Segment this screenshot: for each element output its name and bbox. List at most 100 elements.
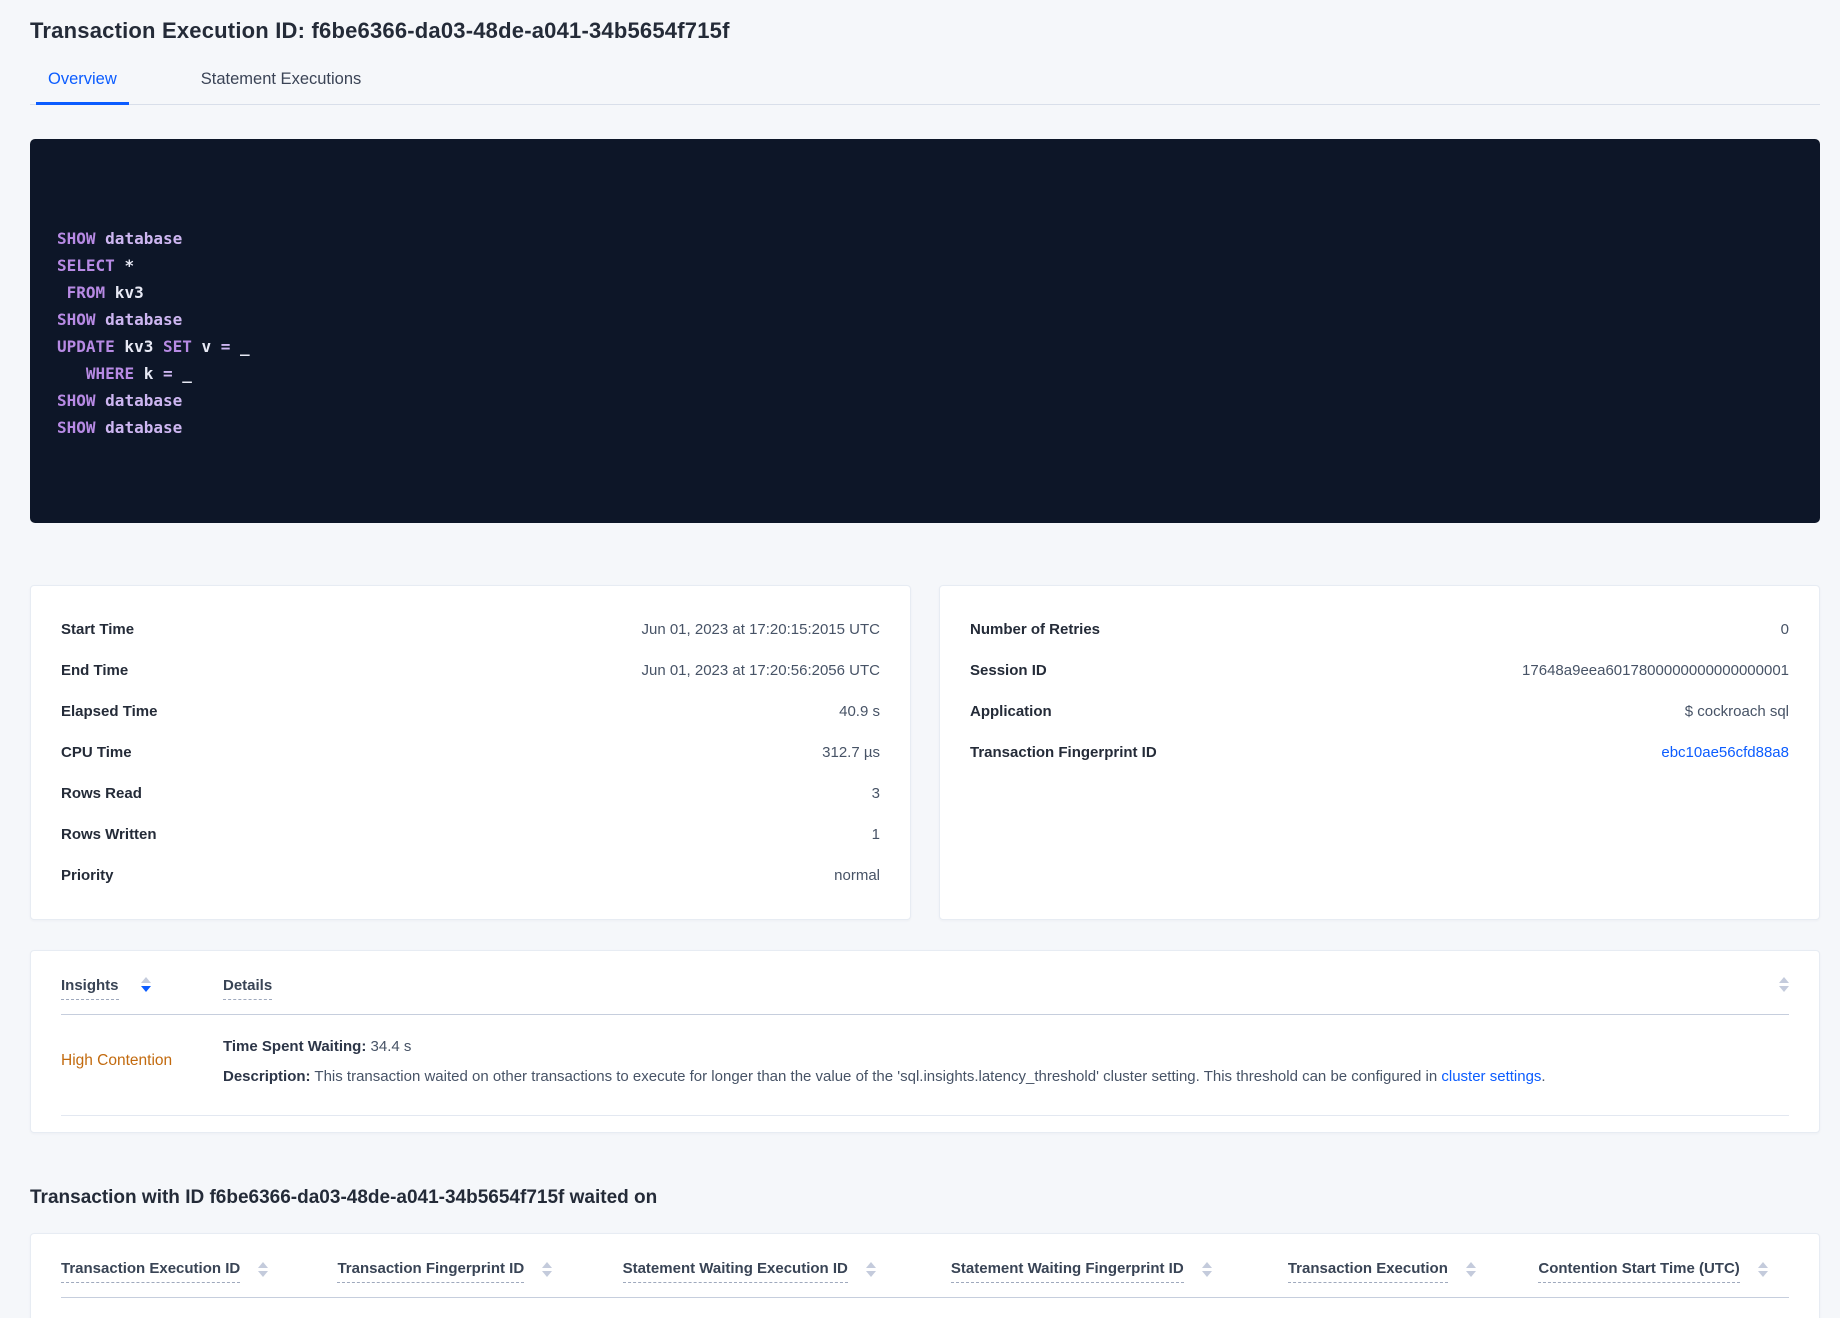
summary-card-left: Start Time Jun 01, 2023 at 17:20:15:2015 … xyxy=(30,585,911,920)
waiting-value: 34.4 s xyxy=(370,1038,412,1055)
summary-label: CPU Time xyxy=(61,744,132,761)
summary-label: Transaction Fingerprint ID xyxy=(970,744,1157,761)
sql-line: SHOW database xyxy=(57,418,183,437)
column-header[interactable]: Contention Start Time (UTC) xyxy=(1538,1260,1789,1283)
tab-statement-executions[interactable]: Statement Executions xyxy=(189,70,374,104)
waited-on-heading: Transaction with ID f6be6366-da03-48de-a… xyxy=(30,1187,658,1208)
insight-details-cell: Time Spent Waiting: 34.4 s Description: … xyxy=(223,1035,1789,1087)
summary-value: Jun 01, 2023 at 17:20:56:2056 UTC xyxy=(641,662,880,679)
summary-row: Transaction Fingerprint ID ebc10ae56cfd88… xyxy=(970,732,1789,773)
tab-overview[interactable]: Overview xyxy=(36,70,129,105)
summary-card-right: Number of Retries 0 Session ID 17648a9eea60… xyxy=(939,585,1820,920)
sort-down-icon xyxy=(140,986,151,992)
summary-label: Priority xyxy=(61,867,114,884)
summary-label: Application xyxy=(970,703,1052,720)
sort-icon xyxy=(1465,1262,1476,1277)
summary-label: Start Time xyxy=(61,621,135,638)
description-text: This transaction waited on other transac… xyxy=(314,1068,1438,1085)
sort-down-icon xyxy=(1201,1271,1212,1277)
sort-icon xyxy=(1201,1262,1212,1277)
sort-up-icon xyxy=(865,1262,876,1268)
summary-row: CPU Time 312.7 µs xyxy=(61,732,880,773)
column-header-label: Transaction Execution xyxy=(1287,1260,1448,1283)
summary-label: Session ID xyxy=(970,662,1047,679)
sort-up-icon xyxy=(258,1262,269,1268)
summary-row: Start Time Jun 01, 2023 at 17:20:15:2015 … xyxy=(61,609,880,650)
sort-icon xyxy=(1757,1262,1768,1277)
sort-down-icon xyxy=(1757,1271,1768,1277)
tab-bar: Overview Statement Executions xyxy=(30,70,1820,105)
insights-table-card: Insights Details High Contention Time Sp… xyxy=(30,950,1820,1133)
summary-value: 1 xyxy=(871,826,880,843)
summary-label: Rows Read xyxy=(61,785,142,802)
summary-row: Rows Written 1 xyxy=(61,814,880,855)
column-header-label: Transaction Fingerprint ID xyxy=(337,1260,525,1283)
summary-row: Application $ cockroach sql xyxy=(970,691,1789,732)
time-spent-waiting-line: Time Spent Waiting: 34.4 s xyxy=(223,1037,1789,1057)
sort-down-icon xyxy=(865,1271,876,1277)
insights-table-header: Insights Details xyxy=(61,951,1789,1015)
waited-on-table-card: Transaction Execution ID Transaction Fing… xyxy=(30,1233,1820,1318)
sort-up-icon xyxy=(1201,1262,1212,1268)
summary-row: Session ID 17648a9eea60178000000000000000… xyxy=(970,650,1789,691)
sort-down-icon xyxy=(258,1271,269,1277)
sql-line: SELECT * xyxy=(57,256,135,275)
sort-icon xyxy=(258,1262,269,1277)
sort-icon[interactable] xyxy=(1779,977,1789,992)
summary-label: Rows Written xyxy=(61,826,157,843)
insights-column-header[interactable]: Insights xyxy=(61,977,223,1000)
insight-type-cell: High Contention xyxy=(61,1035,223,1087)
waited-on-table-header: Transaction Execution ID Transaction Fing… xyxy=(61,1234,1789,1298)
description-suffix: . xyxy=(1541,1068,1546,1085)
summary-value: 0 xyxy=(1780,621,1789,638)
column-header[interactable]: Transaction Execution ID xyxy=(61,1260,337,1283)
sql-code: SHOW database SELECT * FROM kv3 SHOW datab… xyxy=(57,225,1782,441)
description-line: Description: This transaction waited on … xyxy=(223,1067,1789,1087)
sort-down-icon xyxy=(1465,1271,1476,1277)
sort-icon xyxy=(865,1262,876,1277)
sql-line: FROM kv3 xyxy=(66,283,144,302)
transaction-details-page: Transaction Execution ID: f6be6366-da03-… xyxy=(0,0,1840,1318)
summary-row: Number of Retries 0 xyxy=(970,609,1789,650)
sort-up-icon xyxy=(1757,1262,1768,1268)
details-column-header[interactable]: Details xyxy=(223,977,273,1000)
column-header-label: Transaction Execution ID xyxy=(61,1260,241,1283)
summary-label: Number of Retries xyxy=(970,621,1101,638)
summary-row: Rows Read 3 xyxy=(61,773,880,814)
transaction-fingerprint-link[interactable]: ebc10ae56cfd88a8 xyxy=(1661,744,1789,761)
summary-value: 312.7 µs xyxy=(822,744,880,761)
summary-value: 3 xyxy=(871,785,880,802)
sort-icon xyxy=(542,1262,553,1277)
sort-down-icon xyxy=(542,1271,553,1277)
high-contention-label: High Contention xyxy=(61,1052,173,1069)
sql-line: SHOW database xyxy=(57,310,183,329)
sql-line: UPDATE kv3 SET v = _ xyxy=(57,337,250,356)
waiting-label: Time Spent Waiting: xyxy=(223,1038,367,1055)
sort-up-icon xyxy=(140,977,151,983)
table-row: 9738d051-bc0e-4158-a9b4-1903586ddd42 ebc… xyxy=(61,1298,1789,1318)
sort-down-icon xyxy=(1779,986,1789,992)
summary-row: Priority normal xyxy=(61,855,880,896)
sort-up-icon xyxy=(1779,977,1789,983)
sort-up-icon xyxy=(542,1262,553,1268)
column-header[interactable]: Statement Waiting Execution ID xyxy=(622,1260,951,1283)
sql-line: SHOW database xyxy=(57,229,183,248)
summary-label: End Time xyxy=(61,662,129,679)
column-header[interactable]: Transaction Execution xyxy=(1287,1260,1539,1283)
column-header-label: Statement Waiting Fingerprint ID xyxy=(950,1260,1184,1283)
cluster-settings-link[interactable]: cluster settings xyxy=(1441,1068,1541,1085)
sort-icon xyxy=(140,977,151,992)
sql-line: SHOW database xyxy=(57,391,183,410)
page-title: Transaction Execution ID: f6be6366-da03-… xyxy=(30,18,730,43)
column-header[interactable]: Statement Waiting Fingerprint ID xyxy=(950,1260,1288,1283)
column-header[interactable]: Transaction Fingerprint ID xyxy=(337,1260,622,1283)
summary-cards-row: Start Time Jun 01, 2023 at 17:20:15:2015 … xyxy=(30,585,1820,920)
summary-row: End Time Jun 01, 2023 at 17:20:56:2056 UT… xyxy=(61,650,880,691)
summary-row: Elapsed Time 40.9 s xyxy=(61,691,880,732)
summary-label: Elapsed Time xyxy=(61,703,158,720)
details-header-label: Details xyxy=(223,977,273,1000)
summary-value: normal xyxy=(834,867,880,884)
column-header-label: Contention Start Time (UTC) xyxy=(1538,1260,1740,1283)
summary-value: Jun 01, 2023 at 17:20:15:2015 UTC xyxy=(641,621,880,638)
insights-header-label: Insights xyxy=(61,977,119,1000)
